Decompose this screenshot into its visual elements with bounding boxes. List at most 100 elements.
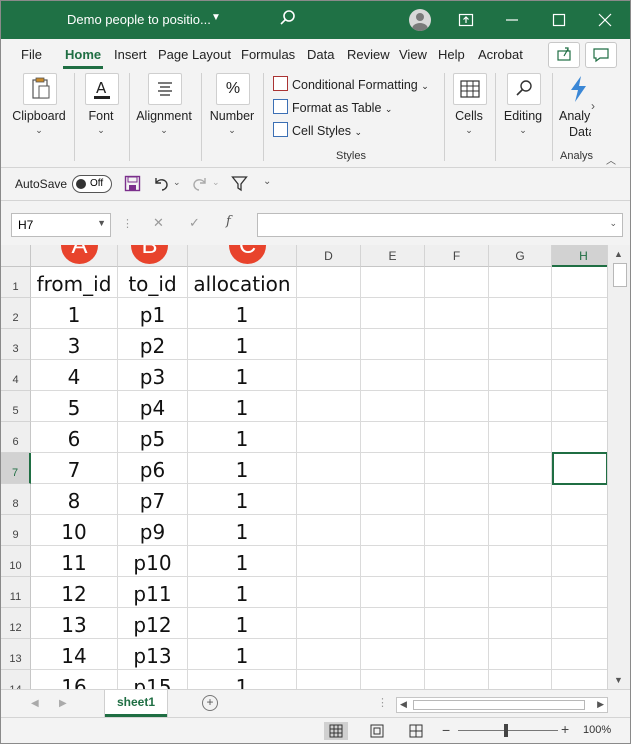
undo-icon[interactable]: [152, 175, 170, 192]
cell-b11[interactable]: p11: [118, 577, 188, 608]
tab-review[interactable]: Review: [347, 47, 390, 62]
cell-f1[interactable]: [425, 267, 489, 298]
share-button[interactable]: [548, 42, 580, 68]
cell-a10[interactable]: 11: [31, 546, 118, 577]
cell-d3[interactable]: [297, 329, 361, 360]
customize-toolbar-icon[interactable]: ⌄: [263, 176, 271, 187]
cell-a7[interactable]: 7: [31, 453, 118, 484]
cell-a14[interactable]: 16: [31, 670, 118, 689]
cell-c8[interactable]: 1: [188, 484, 297, 515]
enter-icon[interactable]: ✓: [189, 215, 200, 231]
cell-g1[interactable]: [489, 267, 552, 298]
cell-a11[interactable]: 12: [31, 577, 118, 608]
cell-c9[interactable]: 1: [188, 515, 297, 546]
cell-b2[interactable]: p1: [118, 298, 188, 329]
cell-g4[interactable]: [489, 360, 552, 391]
cell-b7[interactable]: p6: [118, 453, 188, 484]
cell-c7[interactable]: 1: [188, 453, 297, 484]
zoom-in-button[interactable]: +: [561, 721, 569, 737]
cell-b1[interactable]: to_id: [118, 267, 188, 298]
cell-f2[interactable]: [425, 298, 489, 329]
cell-f9[interactable]: [425, 515, 489, 546]
tab-home[interactable]: Home: [65, 47, 101, 62]
column-header-g[interactable]: G: [489, 245, 552, 267]
cell-e7[interactable]: [361, 453, 425, 484]
cell-b12[interactable]: p12: [118, 608, 188, 639]
cell-e8[interactable]: [361, 484, 425, 515]
column-header-d[interactable]: D: [297, 245, 361, 267]
cell-g11[interactable]: [489, 577, 552, 608]
cell-g5[interactable]: [489, 391, 552, 422]
tab-acrobat[interactable]: Acrobat: [478, 47, 523, 62]
account-avatar[interactable]: [409, 9, 431, 31]
cell-e2[interactable]: [361, 298, 425, 329]
cell-d12[interactable]: [297, 608, 361, 639]
close-icon[interactable]: [592, 7, 618, 33]
collapse-ribbon-icon[interactable]: ︿: [606, 152, 616, 167]
cell-f11[interactable]: [425, 577, 489, 608]
scroll-up-icon[interactable]: ▲: [614, 249, 623, 259]
column-header-e[interactable]: E: [361, 245, 425, 267]
maximize-icon[interactable]: [546, 7, 572, 33]
cell-c6[interactable]: 1: [188, 422, 297, 453]
insert-function-icon[interactable]: f: [226, 214, 231, 229]
cell-a3[interactable]: 3: [31, 329, 118, 360]
cell-g9[interactable]: [489, 515, 552, 546]
cell-b4[interactable]: p3: [118, 360, 188, 391]
tab-insert[interactable]: Insert: [114, 47, 147, 62]
cell-f8[interactable]: [425, 484, 489, 515]
cell-d2[interactable]: [297, 298, 361, 329]
tab-split-grip-icon[interactable]: ⋮: [377, 696, 388, 709]
cell-g8[interactable]: [489, 484, 552, 515]
cell-c12[interactable]: 1: [188, 608, 297, 639]
cell-g13[interactable]: [489, 639, 552, 670]
conditional-formatting-button[interactable]: Conditional Formatting ⌄: [273, 76, 429, 92]
cell-c13[interactable]: 1: [188, 639, 297, 670]
row-header[interactable]: 12: [1, 608, 31, 639]
save-icon[interactable]: [124, 175, 141, 192]
cell-e1[interactable]: [361, 267, 425, 298]
cell-g12[interactable]: [489, 608, 552, 639]
autosave-toggle[interactable]: Off: [72, 175, 112, 193]
cell-d11[interactable]: [297, 577, 361, 608]
row-header[interactable]: 13: [1, 639, 31, 670]
tab-file[interactable]: File: [21, 47, 42, 62]
cell-b13[interactable]: p13: [118, 639, 188, 670]
search-icon[interactable]: [279, 9, 297, 27]
active-cell-h7[interactable]: [552, 452, 608, 485]
title-dropdown-icon[interactable]: ▼: [211, 12, 221, 23]
tab-page-layout[interactable]: Page Layout: [158, 47, 231, 62]
cell-f5[interactable]: [425, 391, 489, 422]
tab-view[interactable]: View: [399, 47, 427, 62]
expand-formula-icon[interactable]: ⌄: [609, 218, 617, 229]
row-header[interactable]: 11: [1, 577, 31, 608]
filter-icon[interactable]: [231, 175, 248, 192]
vertical-scroll-thumb[interactable]: [613, 263, 627, 287]
cell-g6[interactable]: [489, 422, 552, 453]
cell-e10[interactable]: [361, 546, 425, 577]
zoom-slider[interactable]: [458, 730, 558, 731]
cell-c10[interactable]: 1: [188, 546, 297, 577]
cell-b5[interactable]: p4: [118, 391, 188, 422]
row-header[interactable]: 14: [1, 670, 31, 689]
vertical-scrollbar[interactable]: ▲ ▼: [607, 245, 630, 689]
cell-b3[interactable]: p2: [118, 329, 188, 360]
minimize-icon[interactable]: [499, 7, 525, 33]
cell-e4[interactable]: [361, 360, 425, 391]
row-header[interactable]: 6: [1, 422, 31, 453]
cell-a2[interactable]: 1: [31, 298, 118, 329]
cell-c1[interactable]: allocation: [188, 267, 297, 298]
format-as-table-button[interactable]: Format as Table ⌄: [273, 99, 392, 115]
cell-f14[interactable]: [425, 670, 489, 689]
cell-a5[interactable]: 5: [31, 391, 118, 422]
cell-g2[interactable]: [489, 298, 552, 329]
cell-g14[interactable]: [489, 670, 552, 689]
cancel-icon[interactable]: ✕: [153, 215, 164, 231]
font-group[interactable]: A Font ⌄: [77, 69, 125, 165]
zoom-level[interactable]: 100%: [583, 724, 611, 736]
cell-e3[interactable]: [361, 329, 425, 360]
normal-view-button[interactable]: [324, 722, 348, 740]
window-title[interactable]: Demo people to positio...: [67, 12, 211, 27]
comments-button[interactable]: [585, 42, 617, 68]
cell-d1[interactable]: [297, 267, 361, 298]
